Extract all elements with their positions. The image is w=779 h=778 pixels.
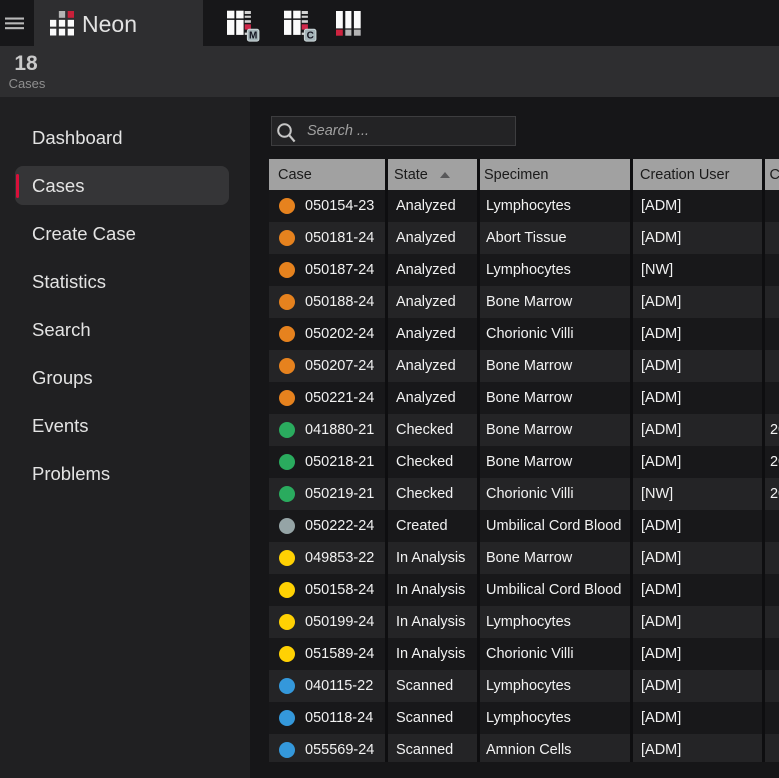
svg-text:C: C	[306, 31, 313, 42]
svg-text:M: M	[249, 31, 257, 42]
